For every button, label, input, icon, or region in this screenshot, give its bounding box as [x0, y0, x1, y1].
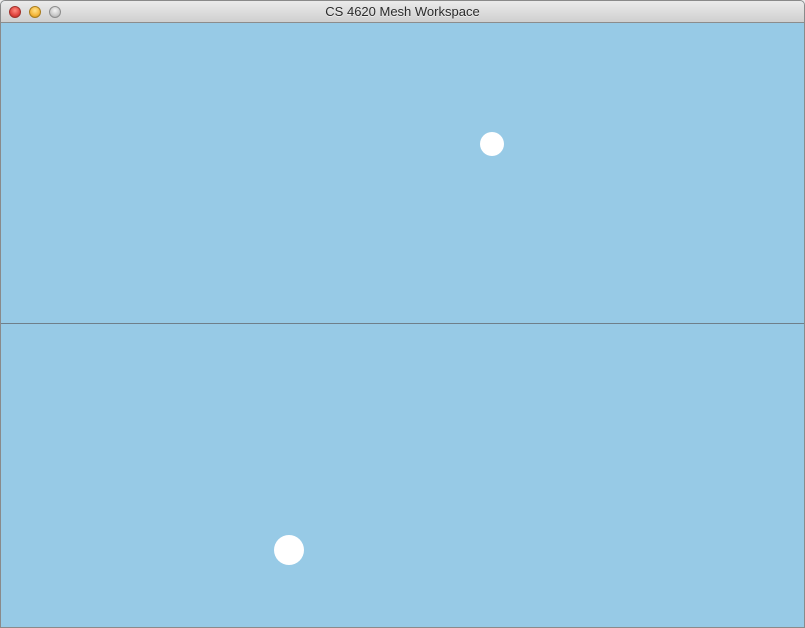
title-bar[interactable]: CS 4620 Mesh Workspace — [1, 1, 804, 23]
top-viewport[interactable] — [1, 23, 804, 323]
window-title: CS 4620 Mesh Workspace — [325, 4, 480, 19]
bottom-viewport[interactable] — [1, 324, 804, 627]
top-view-point-marker[interactable] — [480, 132, 504, 156]
app-window: CS 4620 Mesh Workspace — [0, 0, 805, 628]
bottom-view-point-marker[interactable] — [274, 535, 304, 565]
